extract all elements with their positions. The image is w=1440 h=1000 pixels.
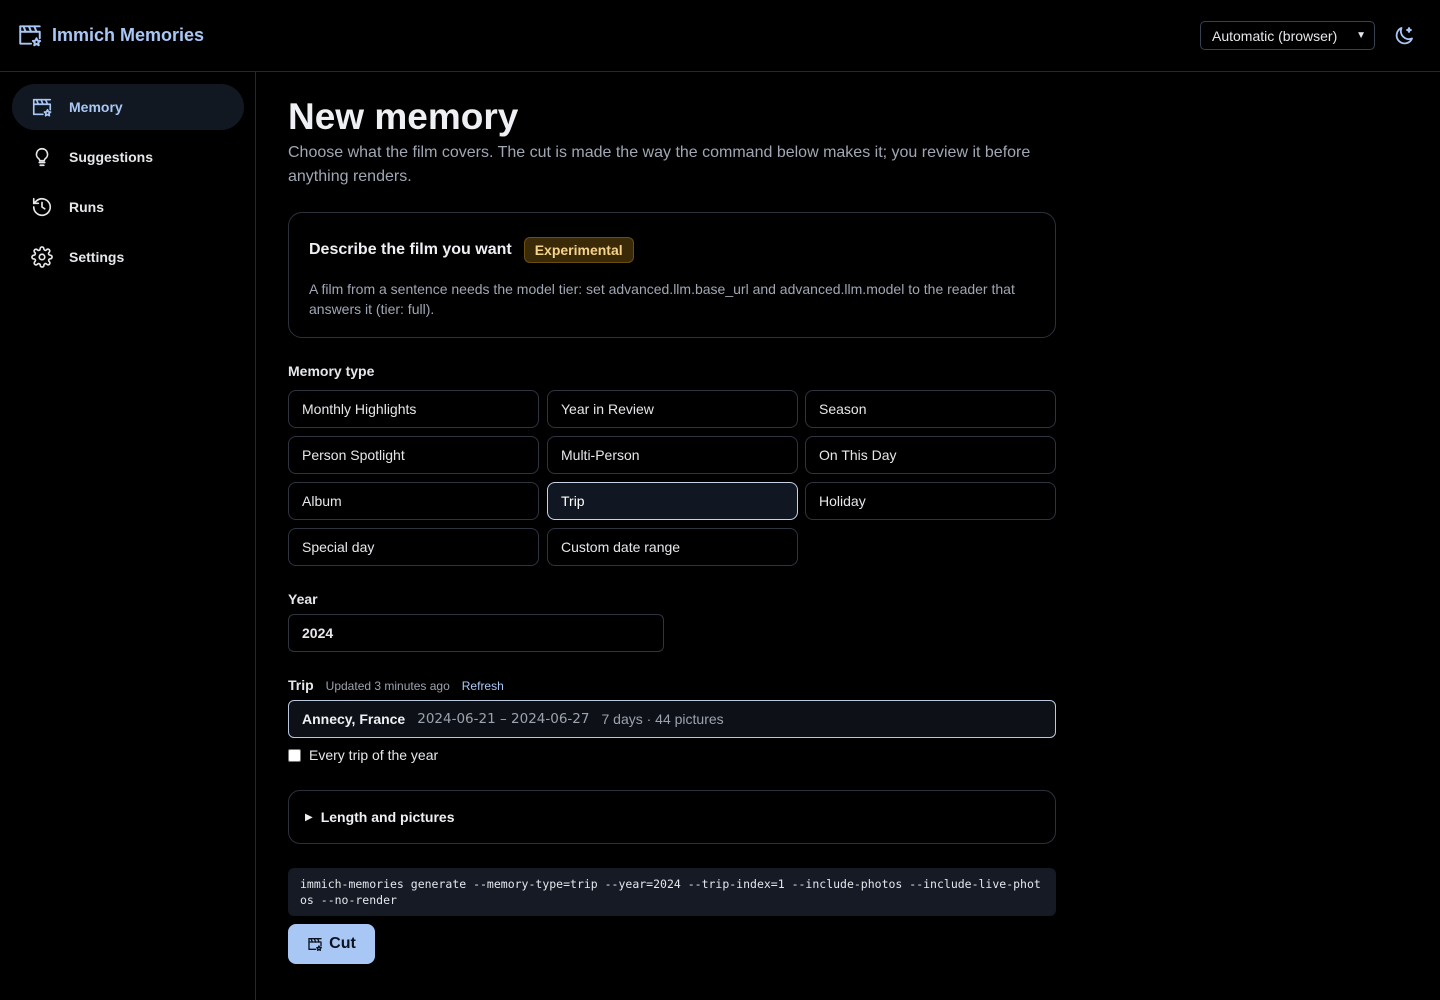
- memory-type-season[interactable]: Season: [805, 390, 1056, 428]
- memory-type-person-spotlight[interactable]: Person Spotlight: [288, 436, 539, 474]
- memory-type-holiday[interactable]: Holiday: [805, 482, 1056, 520]
- memory-type-custom-date-range[interactable]: Custom date range: [547, 528, 798, 566]
- length-and-pictures-details[interactable]: ▶ Length and pictures: [288, 790, 1056, 844]
- cut-button-label: Cut: [329, 935, 356, 952]
- gear-icon: [31, 246, 53, 268]
- memory-type-label: Memory type: [288, 363, 375, 379]
- details-summary-label: Length and pictures: [320, 809, 455, 825]
- trip-header: Trip Updated 3 minutes ago Refresh: [288, 677, 504, 693]
- sidebar-item-runs[interactable]: Runs: [12, 184, 244, 230]
- theme-select-value: Automatic (browser): [1212, 27, 1338, 44]
- memory-type-option-label: Special day: [302, 539, 375, 555]
- memory-type-on-this-day[interactable]: On This Day: [805, 436, 1056, 474]
- experimental-badge: Experimental: [523, 237, 634, 263]
- top-bar: Immich Memories Automatic (browser) ▼: [0, 0, 1440, 72]
- memory-type-multi-person[interactable]: Multi-Person: [547, 436, 798, 474]
- memory-type-option-label: Season: [819, 401, 867, 417]
- trip-label: Trip: [288, 677, 314, 693]
- sidebar-item-label: Memory: [69, 99, 123, 115]
- memory-type-option-label: Album: [302, 493, 342, 509]
- history-icon: [32, 197, 52, 217]
- trip-dates: 2024-06-21 – 2024-06-27: [417, 711, 590, 727]
- clapperboard-icon: [19, 25, 42, 47]
- command-preview: immich-memories generate --memory-type=t…: [288, 868, 1056, 916]
- trip-name: Annecy, France: [302, 711, 406, 727]
- sidebar: Memory Suggestions Runs Settings: [0, 72, 256, 1000]
- memory-type-option-label: Multi-Person: [561, 447, 640, 463]
- memory-type-option-label: Trip: [561, 493, 585, 509]
- year-label: Year: [288, 591, 318, 607]
- sidebar-item-memory[interactable]: Memory: [12, 84, 244, 130]
- describe-film-text: A film from a sentence needs the model t…: [309, 281, 1015, 317]
- memory-type-year-in-review[interactable]: Year in Review: [547, 390, 798, 428]
- sidebar-item-settings[interactable]: Settings: [12, 234, 244, 280]
- theme-select[interactable]: Automatic (browser) ▼: [1200, 21, 1375, 50]
- memory-type-option-label: Person Spotlight: [302, 447, 405, 463]
- page-title: New memory: [288, 96, 519, 137]
- sidebar-item-label: Runs: [69, 199, 104, 215]
- memory-type-option-label: Holiday: [819, 493, 866, 509]
- memory-type-option-label: Year in Review: [561, 401, 654, 417]
- memory-type-option-label: Monthly Highlights: [302, 401, 417, 417]
- trip-select[interactable]: Annecy, France 2024-06-21 – 2024-06-27 7…: [288, 700, 1056, 738]
- describe-film-title: Describe the film you want: [309, 241, 512, 258]
- memory-type-monthly-highlights[interactable]: Monthly Highlights: [288, 390, 539, 428]
- clapperboard-icon: [308, 938, 323, 951]
- refresh-link[interactable]: Refresh: [462, 679, 504, 693]
- app-title: Immich Memories: [52, 24, 205, 45]
- memory-type-special-day[interactable]: Special day: [288, 528, 539, 566]
- brand[interactable]: Immich Memories: [17, 22, 204, 48]
- every-trip-checkbox[interactable]: [288, 748, 301, 762]
- memory-type-album[interactable]: Album: [288, 482, 539, 520]
- cut-button[interactable]: Cut: [288, 924, 375, 964]
- chevron-down-icon: ▼: [1356, 30, 1366, 41]
- sidebar-item-suggestions[interactable]: Suggestions: [12, 134, 244, 180]
- moon-icon[interactable]: [1392, 24, 1416, 48]
- trip-meta: 7 days · 44 pictures: [601, 711, 724, 727]
- memory-type-trip[interactable]: Trip: [547, 482, 798, 520]
- lightbulb-icon: [35, 147, 49, 167]
- sidebar-item-label: Settings: [69, 249, 125, 265]
- triangle-right-icon: ▶: [305, 811, 313, 823]
- year-input-value: 2024: [302, 625, 334, 641]
- every-trip-label[interactable]: Every trip of the year: [309, 747, 438, 763]
- describe-film-card: Describe the film you want Experimental …: [288, 212, 1056, 338]
- year-input[interactable]: 2024: [288, 614, 664, 652]
- trip-updated-text: Updated 3 minutes ago: [325, 679, 450, 693]
- memory-type-option-label: Custom date range: [561, 539, 681, 555]
- sidebar-item-label: Suggestions: [69, 149, 154, 165]
- memory-type-option-label: On This Day: [819, 447, 897, 463]
- clapperboard-icon: [32, 98, 52, 117]
- every-trip-row: Every trip of the year: [288, 747, 438, 763]
- page-subtitle: Choose what the film covers. The cut is …: [288, 144, 1031, 185]
